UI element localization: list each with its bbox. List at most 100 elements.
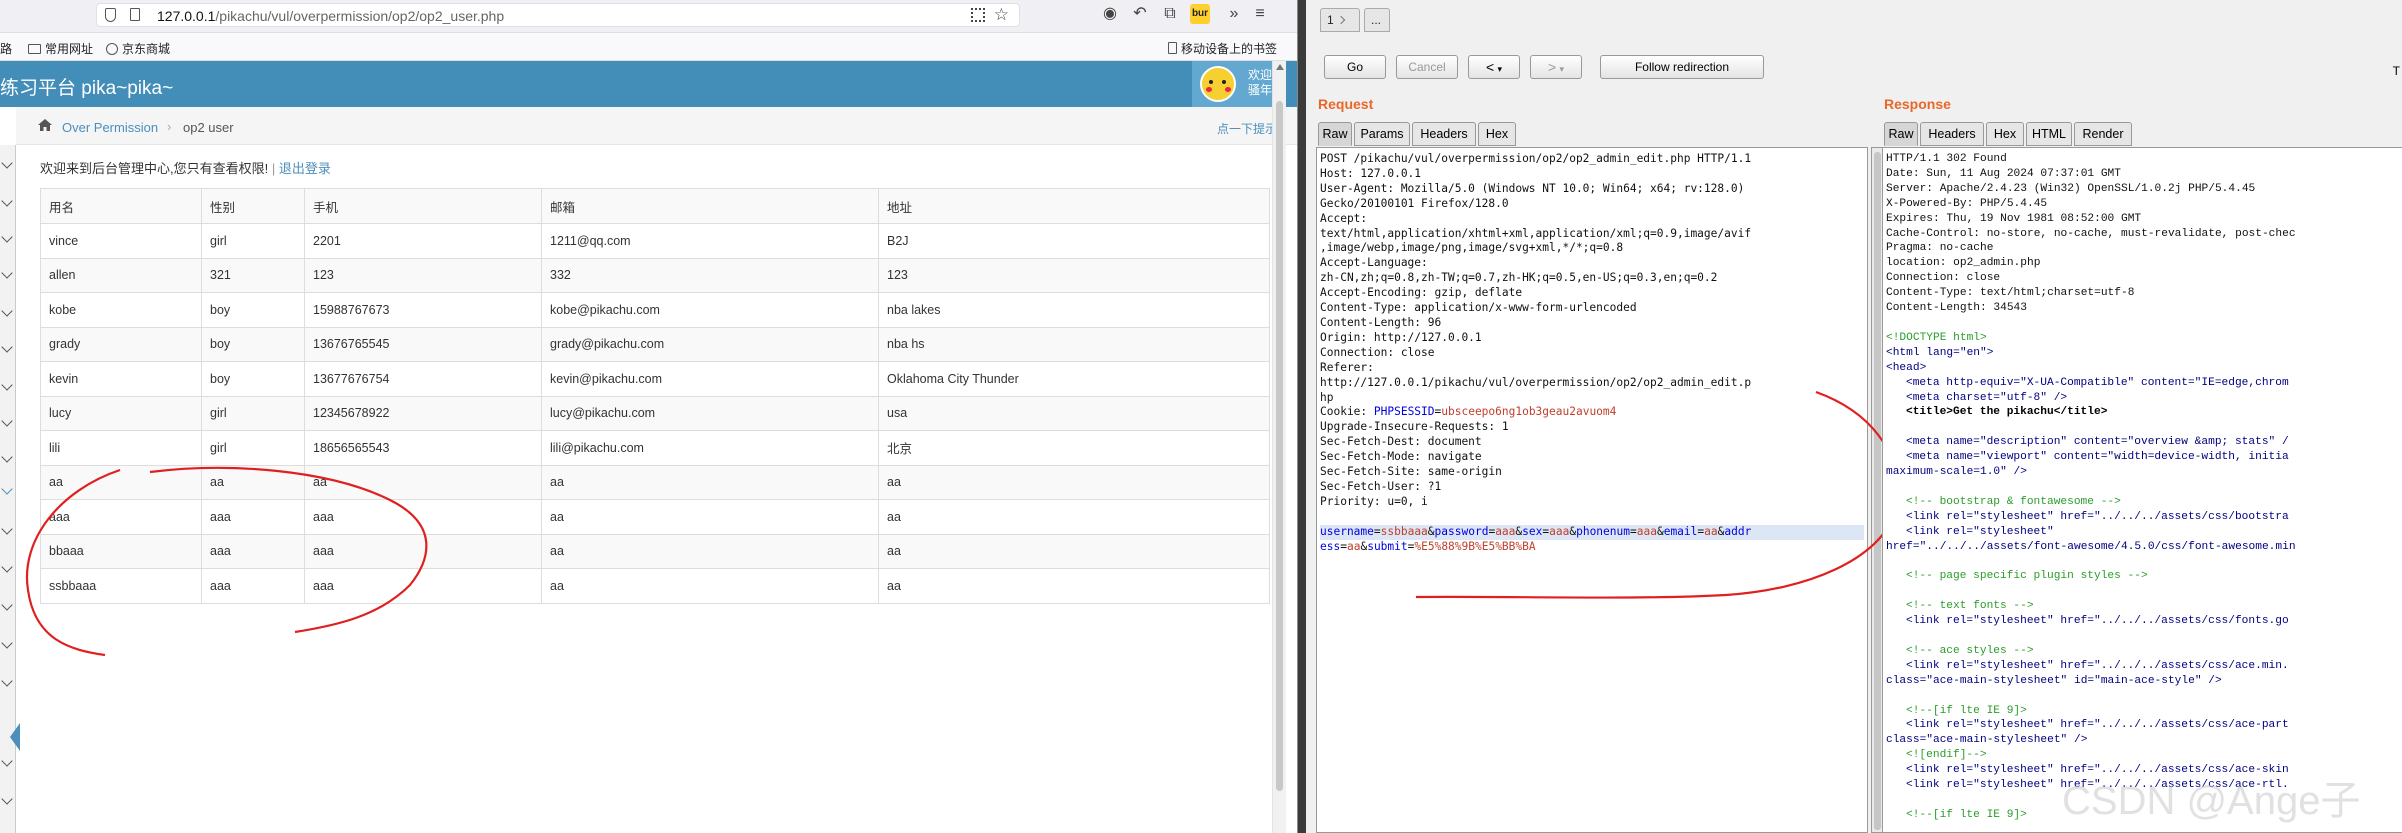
scroll-up-icon[interactable] bbox=[1276, 64, 1284, 70]
response-html-line: <link rel="stylesheet" href="../../../as… bbox=[1906, 719, 2289, 732]
qr-code-icon[interactable] bbox=[971, 8, 985, 22]
account-icon[interactable]: ◉ bbox=[1100, 4, 1120, 24]
bookmarks-bar: 路 常用网址 京东商城 移动设备上的书签 bbox=[0, 33, 1297, 61]
sidebar-collapse-icon[interactable] bbox=[10, 723, 20, 751]
response-html-line: <link rel="stylesheet" bbox=[1906, 525, 2054, 538]
response-tab-render[interactable]: Render bbox=[2074, 122, 2132, 146]
table-cell: lili@pikachu.com bbox=[541, 430, 879, 466]
table-cell: ssbbaaa bbox=[40, 568, 202, 604]
chevron-down-icon[interactable] bbox=[1, 523, 13, 535]
response-tab-raw[interactable]: Raw bbox=[1884, 122, 1918, 146]
folder-icon bbox=[28, 44, 41, 54]
response-comment-line: <!-- bootstrap & fontawesome --> bbox=[1906, 495, 2121, 508]
editor-line: location: op2_admin.php bbox=[1886, 257, 2041, 270]
burp-extension-icon[interactable]: bur bbox=[1190, 4, 1210, 24]
mobile-icon bbox=[1168, 42, 1177, 54]
chevron-down-icon[interactable] bbox=[1, 415, 13, 427]
undo-icon[interactable]: ↶ bbox=[1130, 4, 1150, 24]
chevron-down-icon[interactable] bbox=[1, 483, 13, 495]
chevron-down-icon[interactable] bbox=[1, 157, 13, 169]
bookmark-star-icon[interactable]: ☆ bbox=[994, 5, 1009, 25]
chevron-down-icon[interactable] bbox=[1, 195, 13, 207]
column-header: 地址 bbox=[878, 188, 1270, 224]
table-cell: nba lakes bbox=[878, 292, 1270, 328]
chevron-down-icon[interactable] bbox=[1, 561, 13, 573]
table-cell: 12345678922 bbox=[304, 395, 542, 431]
editor-line: X-Powered-By: PHP/5.4.45 bbox=[1886, 197, 2048, 210]
url-text[interactable]: 127.0.0.1/pikachu/vul/overpermission/op2… bbox=[157, 8, 504, 24]
breadcrumb-home-link[interactable]: Over Permission bbox=[62, 120, 158, 135]
response-html-line: <html lang="en"> bbox=[1886, 346, 1994, 359]
pikachu-avatar bbox=[1200, 66, 1236, 102]
table-row: kevin boy 13677676754 kevin@pikachu.com Okla… bbox=[40, 361, 1270, 397]
breadcrumb: Over Permission › op2 user 点一下提示~ bbox=[16, 107, 1297, 145]
menu-icon[interactable]: ≡ bbox=[1250, 4, 1270, 24]
response-tab-headers[interactable]: Headers bbox=[1920, 122, 1984, 146]
chevron-down-icon[interactable] bbox=[1, 599, 13, 611]
table-cell: aa bbox=[304, 464, 542, 500]
bookmark-jd[interactable]: 京东商城 bbox=[106, 40, 170, 57]
table-cell: kobe@pikachu.com bbox=[541, 292, 879, 328]
site-brand[interactable]: 练习平台 pika~pika~ bbox=[0, 73, 173, 100]
table-cell: lucy@pikachu.com bbox=[541, 395, 879, 431]
table-cell: 13677676754 bbox=[304, 361, 542, 397]
scroll-thumb[interactable] bbox=[1276, 101, 1283, 791]
users-table-body: vince girl 2201 1211@qq.com B2J allen 321 123 33… bbox=[40, 223, 1270, 604]
column-header: 性别 bbox=[201, 188, 305, 224]
table-row: lucy girl 12345678922 lucy@pikachu.com usa bbox=[40, 395, 1270, 431]
page-info-icon[interactable] bbox=[130, 8, 140, 21]
response-html-line: <link rel="stylesheet" href="../../../as… bbox=[1906, 510, 2289, 523]
response-html-line: class="ace-main-stylesheet" /> bbox=[1886, 734, 2088, 747]
chevron-down-icon[interactable] bbox=[1, 755, 13, 767]
chevron-down-icon[interactable] bbox=[1, 793, 13, 805]
home-icon[interactable] bbox=[38, 119, 52, 131]
editor-line: Content-Length: 34543 bbox=[1886, 302, 2027, 315]
editor-line: Server: Apache/2.4.23 (Win32) OpenSSL/1.… bbox=[1886, 182, 2256, 195]
table-row: vince girl 2201 1211@qq.com B2J bbox=[40, 223, 1270, 259]
chevron-down-icon[interactable] bbox=[1, 267, 13, 279]
chevron-down-icon[interactable] bbox=[1, 451, 13, 463]
response-html-line: <meta http-equiv="X-UA-Compatible" conte… bbox=[1906, 376, 2289, 389]
table-cell: kevin@pikachu.com bbox=[541, 361, 879, 397]
users-table: 用名 性别 手机 邮箱 地址 vince girl 2201 1211@qq.com B… bbox=[40, 188, 1270, 604]
response-tab-html[interactable]: HTML bbox=[2026, 122, 2072, 146]
overflow-icon[interactable]: » bbox=[1224, 4, 1244, 24]
chevron-down-icon[interactable] bbox=[1, 341, 13, 353]
chevron-down-icon[interactable] bbox=[1, 675, 13, 687]
response-comment-line: <!-- page specific plugin styles --> bbox=[1906, 570, 2148, 583]
response-html-line: <title>Get the pikachu</title> bbox=[1906, 406, 2108, 419]
extension-icon[interactable]: ⧉ bbox=[1160, 4, 1180, 24]
table-cell: boy bbox=[201, 292, 305, 328]
bookmark-common[interactable]: 常用网址 bbox=[28, 40, 93, 57]
table-cell: kevin bbox=[40, 361, 202, 397]
bookmark-cut[interactable]: 路 bbox=[0, 40, 12, 57]
table-cell: grady bbox=[40, 326, 202, 362]
table-cell: aaa bbox=[201, 499, 305, 535]
logout-link[interactable]: 退出登录 bbox=[279, 161, 331, 176]
address-bar[interactable]: 127.0.0.1/pikachu/vul/overpermission/op2… bbox=[96, 3, 1020, 27]
chevron-down-icon[interactable] bbox=[1, 379, 13, 391]
greeting: 欢迎来到后台管理中心,您只有查看权限! | 退出登录 bbox=[40, 158, 1272, 177]
table-cell: grady@pikachu.com bbox=[541, 326, 879, 362]
chevron-down-icon[interactable] bbox=[1, 305, 13, 317]
response-comment-line: <!-- text fonts --> bbox=[1906, 600, 2034, 613]
sidebar bbox=[0, 145, 20, 833]
chevron-down-icon[interactable] bbox=[1, 231, 13, 243]
shield-icon[interactable] bbox=[105, 8, 116, 22]
response-tab-hex[interactable]: Hex bbox=[1986, 122, 2024, 146]
bookmark-mobile[interactable]: 移动设备上的书签 bbox=[1168, 40, 1277, 57]
bookmark-mobile-label: 移动设备上的书签 bbox=[1181, 42, 1278, 56]
response-comment-line: <!--[if lte IE 9]> bbox=[1906, 704, 2027, 717]
chevron-down-icon[interactable] bbox=[1, 637, 13, 649]
editor-line: HTTP/1.1 302 Found bbox=[1886, 153, 2007, 165]
table-cell: lili bbox=[40, 430, 202, 466]
response-editor[interactable]: HTTP/1.1 302 Found Date: Sun, 11 Aug 2024… bbox=[1882, 147, 2402, 833]
table-cell: aaa bbox=[304, 499, 542, 535]
page-scrollbar[interactable] bbox=[1272, 61, 1286, 833]
response-title: Response bbox=[1884, 96, 1951, 112]
table-cell: girl bbox=[201, 430, 305, 466]
